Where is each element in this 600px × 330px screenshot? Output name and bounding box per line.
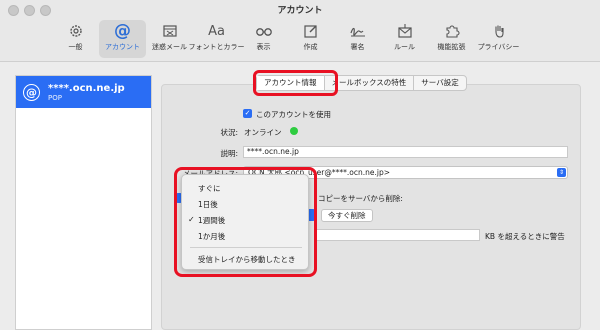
compose-icon (303, 22, 319, 40)
status-value: オンライン (244, 128, 282, 137)
remove-copy-label: コピーをサーバから削除: (318, 194, 403, 203)
toolbar-item-label: ルール (394, 43, 415, 51)
toolbar-item-label: 一般 (68, 43, 83, 51)
at-sign-icon: @ (23, 83, 40, 101)
status-label: 状況: (220, 128, 238, 137)
description-label: 説明: (220, 149, 238, 158)
toolbar-item-label: アカウント (105, 43, 140, 51)
toolbar-item-fonts-colors[interactable]: Aa フォントとカラー (189, 20, 245, 58)
rules-icon (397, 22, 413, 40)
toolbar-item-label: 迷惑メール (152, 43, 187, 51)
chevron-up-down-icon: ⇕ (557, 168, 566, 177)
enable-account-label: このアカウントを使用 (256, 110, 331, 119)
signature-icon (349, 22, 367, 40)
toolbar-item-signatures[interactable]: 署名 (334, 20, 381, 58)
toolbar-item-label: プライバシー (477, 43, 520, 51)
remove-now-button[interactable]: 今すぐ削除 (321, 209, 373, 222)
tab-server-settings[interactable]: サーバ設定 (414, 76, 465, 90)
toolbar-item-label: フォントとカラー (188, 43, 245, 51)
account-type: POP (48, 93, 62, 102)
size-limit-field[interactable] (316, 229, 480, 241)
tab-highlight-annotation (253, 70, 338, 96)
enable-account-checkbox[interactable]: ✓ (243, 109, 252, 118)
window-toolbar: アカウント 一般 @ アカウント 迷惑メール Aa フォントとカラー 表示 作成… (0, 0, 600, 62)
hand-icon (491, 22, 507, 40)
toolbar-item-label: 署名 (350, 43, 365, 51)
toolbar-item-extensions[interactable]: 機能拡張 (428, 20, 475, 58)
accounts-list: @ ****.ocn.ne.jp POP (15, 75, 152, 330)
toolbar-item-label: 機能拡張 (437, 43, 466, 51)
glasses-icon (255, 22, 273, 40)
toolbar-item-junk-mail[interactable]: 迷惑メール (146, 20, 193, 58)
online-status-dot (290, 127, 298, 135)
description-field[interactable]: ****.ocn.ne.jp (243, 146, 568, 158)
toolbar-item-viewing[interactable]: 表示 (240, 20, 287, 58)
toolbar-item-accounts[interactable]: @ アカウント (99, 20, 146, 58)
toolbar-item-composing[interactable]: 作成 (287, 20, 334, 58)
toolbar-item-rules[interactable]: ルール (381, 20, 428, 58)
window-title: アカウント (277, 6, 323, 16)
at-sign-icon: @ (114, 21, 131, 41)
toolbar-item-label: 表示 (256, 43, 271, 51)
toolbar-item-privacy[interactable]: プライバシー (475, 20, 522, 58)
toolbar-item-label: 作成 (303, 43, 318, 51)
gear-icon (68, 22, 84, 40)
account-name: ****.ocn.ne.jp (48, 82, 125, 94)
account-list-item[interactable]: @ ****.ocn.ne.jp POP (16, 76, 151, 108)
menu-highlight-annotation (174, 167, 317, 277)
junk-mail-icon (162, 22, 178, 40)
puzzle-icon (444, 22, 460, 40)
size-limit-suffix: KB を超えるときに警告 (485, 232, 565, 241)
toolbar-item-general[interactable]: 一般 (52, 20, 99, 58)
font-icon: Aa (208, 23, 225, 39)
preferences-toolbar: 一般 @ アカウント 迷惑メール Aa フォントとカラー 表示 作成 署名 ルー… (52, 20, 522, 58)
